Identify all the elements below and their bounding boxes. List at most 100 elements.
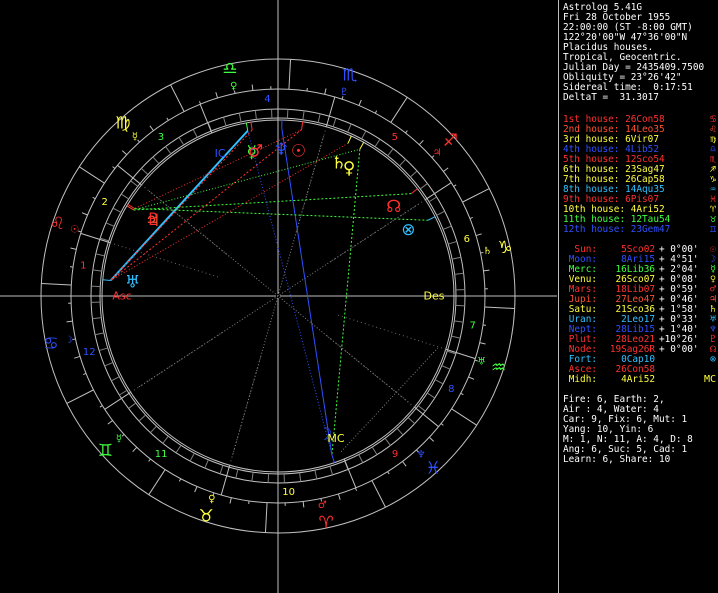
zodiac-sign-8-icon: ♐ <box>443 131 458 151</box>
zodiac-tick <box>374 110 378 114</box>
planet-pluto-icon: ♇ <box>146 210 161 230</box>
planet-position: 4Ari52 <box>621 374 655 385</box>
zodiac-sign-0-icon: ♈ <box>318 513 333 533</box>
planet-tick-uranus <box>102 279 111 281</box>
zodiac-tick <box>83 372 87 376</box>
house-ring-tick <box>94 332 104 336</box>
ruler-9-icon: ♄ <box>483 246 492 257</box>
zodiac-tick <box>92 196 96 200</box>
astrolog-window: 1 2 3 4 5 6 7 8 9 10 11 12 ♈ ♂ ♉ ♀ ♊ ☿ ♋ ☽ ♌ ☉ ♍ ☿ ♎ ♀ ♏ ♇ ♐ ♃ ♑ ♄ ♒ ♅ ♓ ♆ ☉… <box>0 0 718 593</box>
planet-tick-fortune <box>427 216 436 221</box>
house-cusp-11 <box>220 465 231 496</box>
zodiac-sign-5-icon: ♍ <box>115 114 130 134</box>
zodiac-tick <box>112 166 116 169</box>
house-ring-tick <box>407 417 416 424</box>
house-ring-tick <box>399 158 406 167</box>
zodiac-sign-3-icon: ♋ <box>43 334 58 354</box>
house-ring-tick <box>238 112 242 122</box>
house-number-6: 6 <box>464 234 470 245</box>
planet-tick-venus <box>359 142 365 150</box>
zodiac-tick <box>440 423 444 426</box>
house-ring-tick <box>434 379 444 385</box>
house-number-1: 1 <box>80 260 86 271</box>
house-ring-tick <box>302 110 305 120</box>
zodiac-tick <box>194 486 198 493</box>
house-cusp-inner-8 <box>335 313 446 350</box>
zodiac-tick <box>121 434 125 437</box>
zodiac-sign-7-icon: ♏ <box>342 65 357 85</box>
house-ring-tick <box>140 168 149 175</box>
zodiac-tick <box>148 469 166 495</box>
house-number-4: 4 <box>264 94 270 105</box>
zodiac-tick <box>371 480 386 508</box>
house-ring-tick <box>452 256 462 260</box>
planet-tick-mars <box>250 122 253 131</box>
aspect-line-6 <box>134 208 428 221</box>
zodiac-tick <box>74 355 81 359</box>
zodiac-sign-4-icon: ♌ <box>50 214 65 234</box>
house-ring-tick <box>98 347 108 352</box>
zodiac-tick <box>354 487 358 491</box>
house-ring-tick <box>332 118 337 127</box>
house-number-5: 5 <box>392 132 398 143</box>
planet-neptune-icon: ♆ <box>274 140 289 160</box>
house-ring-tick <box>192 129 198 138</box>
zodiac-tick <box>229 497 232 504</box>
aspect-line-0 <box>331 149 361 456</box>
house-number-11: 11 <box>155 449 168 460</box>
zodiac-tick <box>79 166 105 184</box>
house-ring-tick <box>371 446 378 455</box>
zodiac-sign-10-icon: ♒ <box>491 358 506 378</box>
zodiac-tick <box>324 88 327 95</box>
ruler-6-icon: ♀ <box>230 81 237 92</box>
house-number-8: 8 <box>448 384 454 395</box>
planet-mars-icon: ♂ <box>248 142 263 162</box>
zodiac-tick <box>215 92 219 99</box>
zodiac-tick <box>132 446 138 453</box>
house-ring-tick <box>361 130 367 140</box>
house-cusp-8 <box>445 348 476 360</box>
house-ring-tick <box>138 414 146 422</box>
ruler-0-icon: ♂ <box>318 500 327 511</box>
house-ring-tick <box>396 428 404 436</box>
zodiac-sign-1-icon: ♉ <box>199 507 214 527</box>
house-number-12: 12 <box>83 347 96 358</box>
house-number-7: 7 <box>469 321 475 332</box>
house-ring-tick <box>204 459 209 469</box>
planet-orb: + 0°00' <box>659 344 699 355</box>
house-cusp-10 <box>343 458 357 488</box>
planet-tick-node <box>410 188 418 195</box>
planet-glyph-icon: MC <box>703 374 716 385</box>
planet-tick-sun <box>301 121 304 130</box>
house-ring-tick <box>104 362 114 367</box>
ruler-4-icon: ☉ <box>70 224 79 235</box>
chart-wheel[interactable]: 123456789101112♈♂♉♀♊☿♋ ☽♌ ☉♍☿♎♀♏♇♐♃♑♄♒♅♓♆☉… <box>0 0 557 593</box>
zodiac-tick <box>428 436 435 442</box>
ruler-5-icon: ☿ <box>132 131 138 142</box>
zodiac-tick <box>81 212 88 216</box>
house-ring-tick <box>111 376 120 382</box>
planet-glyph-icon: ⊗ <box>709 354 716 365</box>
zodiac-tick <box>302 501 305 508</box>
house-cusp-4 <box>199 104 213 134</box>
house-ring-tick <box>448 240 458 245</box>
house-ring-tick <box>219 465 224 474</box>
zodiac-tick <box>148 458 151 462</box>
zodiac-sign-2-icon: ♊ <box>98 441 113 461</box>
chart-wheel-pane[interactable]: 1 2 3 4 5 6 7 8 9 10 11 12 ♈ ♂ ♉ ♀ ♊ ☿ ♋ ☽ ♌ ☉ ♍ ☿ ♎ ♀ ♏ ♇ ♐ ♃ ♑ ♄ ♒ ♅ ♓ ♆ ☉… <box>0 0 557 593</box>
planet-tick-moon <box>331 454 335 463</box>
house-number-3: 3 <box>158 132 164 143</box>
planet-tick-saturn <box>347 135 352 144</box>
zodiac-tick <box>264 502 268 533</box>
house-ring-tick <box>442 225 452 230</box>
planet-tick-mercury <box>245 122 249 131</box>
house-ring-tick <box>165 146 172 155</box>
house-ring-tick <box>92 317 102 320</box>
zodiac-tick <box>337 493 341 500</box>
ruler-8-icon: ♃ <box>433 147 442 158</box>
zodiac-tick <box>451 408 477 426</box>
planet-sun-icon: ☉ <box>291 141 306 161</box>
house-cusp-5 <box>325 96 336 127</box>
house-ring-tick <box>175 444 182 454</box>
zodiac-sign-11-icon: ♓ <box>426 458 441 478</box>
